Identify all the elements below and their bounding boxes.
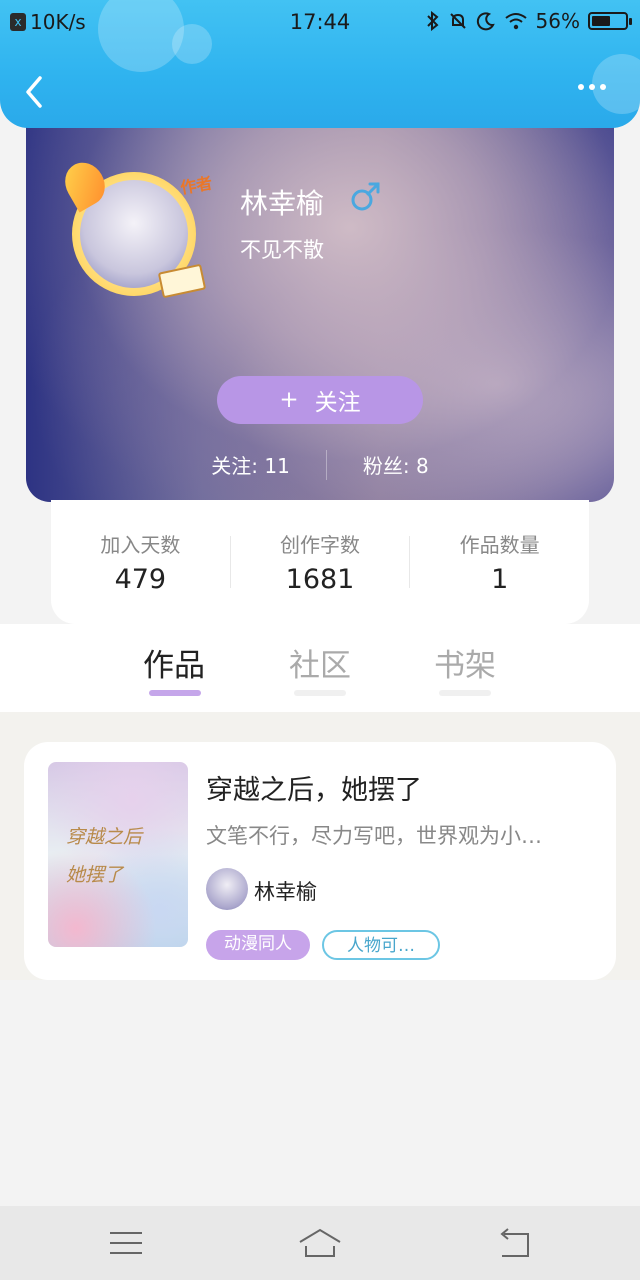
author-avatar (206, 868, 248, 910)
book-cover[interactable]: 穿越之后 她摆了 (48, 762, 188, 947)
tab-bookshelf[interactable]: 书架 (420, 640, 510, 685)
list-item[interactable]: 穿越之后 她摆了 穿越之后，她摆了 文笔不行，尽力写吧，世界观为小… 林幸榆 动… (24, 742, 616, 980)
author-name: 林幸榆 (254, 880, 317, 904)
status-bar: x 10K/s 17:44 56% (0, 0, 640, 44)
male-icon (351, 182, 380, 211)
stat-value: 479 (114, 564, 167, 595)
user-name: 林幸榆 (240, 187, 325, 220)
moon-icon (476, 12, 495, 31)
following-value: 11 (264, 454, 290, 478)
stats-card: 加入天数 479 创作字数 1681 作品数量 1 (51, 500, 589, 624)
stat-word-count: 创作字数 1681 (231, 529, 410, 595)
battery-fill (592, 16, 610, 26)
tab-bar: 作品 社区 书架 (0, 624, 640, 712)
works-list: 穿越之后 她摆了 穿越之后，她摆了 文笔不行，尽力写吧，世界观为小… 林幸榆 动… (0, 712, 640, 980)
tag-badge[interactable]: 动漫同人 (206, 930, 310, 960)
follow-stats: 关注: 11 粉丝: 8 (26, 450, 614, 480)
followers-value: 8 (415, 454, 429, 478)
stat-value: 1 (491, 564, 509, 595)
tab-indicator (294, 690, 346, 696)
follow-button[interactable]: + 关注 (217, 376, 423, 424)
followers-label: 粉丝: (362, 454, 410, 478)
author-badge: 作者 (178, 173, 214, 198)
chevron-left-icon[interactable] (20, 74, 48, 110)
stat-label: 创作字数 (280, 533, 360, 557)
tab-community[interactable]: 社区 (275, 640, 365, 685)
user-bio: 不见不散 (240, 238, 324, 262)
top-header: x 10K/s 17:44 56% (0, 0, 640, 128)
tab-works[interactable]: 作品 (129, 640, 219, 685)
tag-badge[interactable]: 人物可… (322, 930, 440, 960)
profile-card: 作者 林幸榆 不见不散 + 关注 关注: 11 粉丝: 8 (26, 110, 614, 502)
followers-count[interactable]: 粉丝: 8 (327, 450, 465, 480)
cover-title-line: 她摆了 (66, 864, 124, 886)
stat-join-days: 加入天数 479 (51, 529, 230, 595)
stat-works-count: 作品数量 1 (410, 529, 589, 595)
following-count[interactable]: 关注: 11 (175, 450, 326, 480)
plus-icon: + (279, 387, 299, 413)
stat-label: 加入天数 (100, 533, 181, 557)
bluetooth-icon (426, 11, 439, 31)
tab-indicator (439, 690, 491, 696)
stat-value: 1681 (285, 564, 355, 595)
home-icon[interactable] (298, 1226, 342, 1260)
book-title: 穿越之后，她摆了 (206, 775, 422, 806)
system-nav-bar (0, 1206, 640, 1280)
battery-percent: 56% (535, 9, 580, 33)
wifi-icon (504, 13, 527, 30)
menu-icon[interactable] (104, 1226, 148, 1260)
battery-icon (588, 12, 632, 30)
tab-indicator-active (149, 690, 201, 696)
return-icon[interactable] (494, 1226, 538, 1260)
book-description: 文笔不行，尽力写吧，世界观为小… (206, 824, 542, 848)
following-label: 关注: (211, 454, 259, 478)
avatar[interactable]: 作者 (57, 155, 214, 302)
cover-title-line: 穿越之后 (66, 826, 143, 848)
more-dots-icon[interactable] (578, 84, 614, 100)
cover-title: 穿越之后 她摆了 (66, 818, 142, 894)
follow-button-label: 关注 (314, 390, 361, 416)
mute-bell-icon (449, 13, 466, 29)
stat-label: 作品数量 (459, 533, 540, 557)
